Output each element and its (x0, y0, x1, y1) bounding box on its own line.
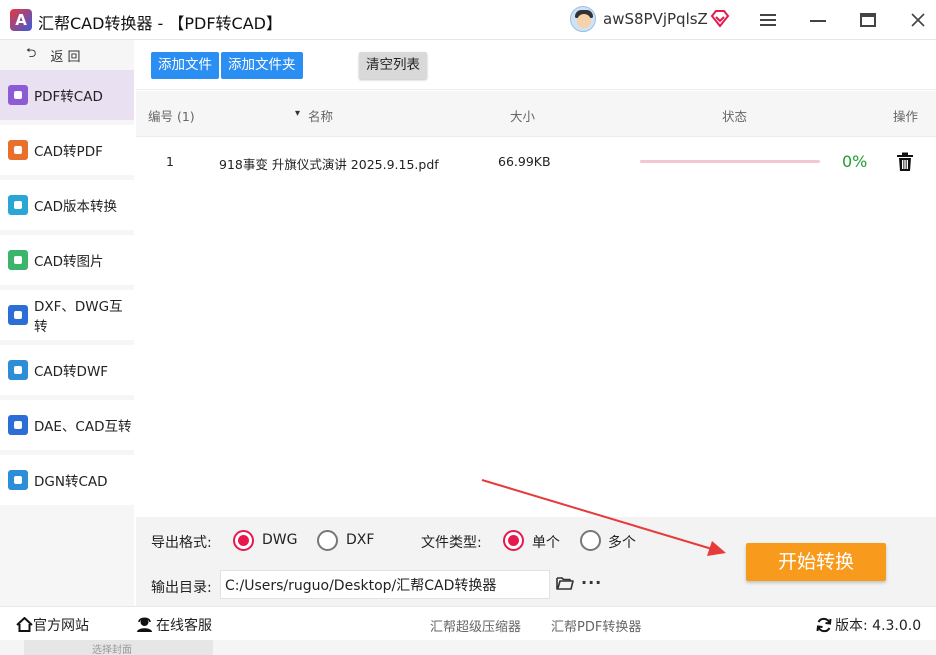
output-dir-input[interactable] (220, 570, 550, 599)
col-index-header[interactable]: 编号 (1) (148, 106, 195, 125)
back-label: 返 回 (50, 49, 81, 65)
add-file-button[interactable]: 添加文件 (151, 52, 219, 79)
format-dxf-radio[interactable] (317, 530, 338, 551)
row-index: 1 (166, 154, 174, 169)
refresh-icon (816, 617, 832, 633)
export-format-label: 导出格式: (151, 535, 212, 551)
user-name[interactable]: awS8PVjPqlsZ (603, 10, 708, 28)
sidebar-item-label: PDF转CAD (34, 89, 103, 105)
type-multi-radio[interactable] (580, 530, 601, 551)
table-row[interactable]: 1 918事变 升旗仪式演讲 2025.9.15.pdf 66.99KB 0% (136, 137, 936, 187)
sidebar-item[interactable]: CAD转PDF (0, 125, 134, 175)
close-button[interactable] (903, 6, 933, 34)
compressor-link[interactable]: 汇帮超级压缩器 (430, 616, 521, 635)
format-dxf-label[interactable]: DXF (346, 532, 374, 548)
vip-diamond-icon[interactable] (710, 10, 730, 28)
file-table: 1 918事变 升旗仪式演讲 2025.9.15.pdf 66.99KB 0% (136, 137, 936, 517)
sidebar-item[interactable]: CAD转图片 (0, 235, 134, 285)
sidebar: ⮌ 返 回 PDF转CAD CAD转PDF CAD版本转换 CAD转图片 DXF、DWG… (0, 40, 134, 606)
type-single-radio[interactable] (503, 530, 524, 551)
sidebar-item-icon (8, 305, 28, 325)
options-panel: 导出格式: DWG DXF 文件类型: 单个 多个 输出目录: ··· 开始转换 (136, 517, 936, 606)
sidebar-item[interactable]: CAD转DWF (0, 345, 134, 395)
online-support-label: 在线客服 (156, 618, 212, 634)
sidebar-item-icon (8, 415, 28, 435)
sidebar-item-icon (8, 360, 28, 380)
sidebar-item-label: DXF、DWG互转 (34, 299, 123, 335)
official-website-link[interactable]: 官方网站 (16, 615, 89, 635)
col-status-header: 状态 (722, 109, 748, 124)
sidebar-item-label: CAD转DWF (34, 364, 109, 380)
file-type-label: 文件类型: (421, 535, 482, 551)
app-logo-icon (10, 9, 32, 31)
sidebar-item[interactable]: PDF转CAD (0, 70, 134, 120)
support-agent-icon (137, 617, 152, 632)
pdf-converter-link[interactable]: 汇帮PDF转换器 (551, 616, 641, 635)
sidebar-item-icon (8, 195, 28, 215)
sidebar-item-label: CAD转PDF (34, 144, 103, 160)
row-file-size: 66.99KB (498, 154, 551, 169)
background-card: 选择封面 (24, 640, 213, 655)
row-progress-percent: 0% (842, 152, 868, 171)
format-dwg-radio[interactable] (233, 530, 254, 551)
sidebar-item[interactable]: DGN转CAD (0, 455, 134, 505)
maximize-button[interactable] (853, 6, 883, 34)
sidebar-item[interactable]: CAD版本转换 (0, 180, 134, 230)
format-dwg-label[interactable]: DWG (262, 532, 297, 548)
col-action-header: 操作 (893, 109, 919, 124)
clear-list-button[interactable]: 清空列表 (359, 52, 427, 79)
version-label: 版本: 4.3.0.0 (835, 618, 922, 634)
back-button[interactable]: ⮌ 返 回 (0, 40, 134, 70)
delete-trash-icon[interactable] (896, 152, 914, 172)
status-bar: 官方网站 在线客服 汇帮超级压缩器 汇帮PDF转换器 版本: 4.3.0.0 (0, 606, 936, 640)
sidebar-item-label: DAE、CAD互转 (34, 419, 132, 435)
minimize-button[interactable] (803, 6, 833, 34)
version-info[interactable]: 版本: 4.3.0.0 (816, 615, 921, 635)
type-single-label[interactable]: 单个 (532, 532, 560, 552)
start-convert-button[interactable]: 开始转换 (746, 543, 886, 581)
row-progress-bar (640, 160, 820, 163)
sidebar-item-icon (8, 140, 28, 160)
official-website-label: 官方网站 (33, 618, 89, 634)
app-title: 汇帮CAD转换器 - 【PDF转CAD】 (38, 14, 282, 33)
sidebar-item-label: CAD版本转换 (34, 199, 118, 215)
sidebar-item-icon (8, 470, 28, 490)
sidebar-item-label: CAD转图片 (34, 254, 104, 270)
add-folder-button[interactable]: 添加文件夹 (221, 52, 303, 79)
title-bar: 汇帮CAD转换器 - 【PDF转CAD】 awS8PVjPqlsZ (0, 0, 936, 40)
more-options-icon[interactable]: ··· (581, 573, 602, 592)
col-size-header[interactable]: 大小 (510, 106, 535, 125)
toolbar: 添加文件 添加文件夹 清空列表 (136, 40, 936, 90)
sidebar-item-icon (8, 85, 28, 105)
menu-icon[interactable] (753, 6, 783, 34)
output-dir-label: 输出目录: (151, 580, 212, 596)
row-file-name: 918事变 升旗仪式演讲 2025.9.15.pdf (219, 157, 439, 172)
online-support-link[interactable]: 在线客服 (136, 615, 212, 635)
user-avatar[interactable] (570, 6, 596, 32)
sort-arrow-icon[interactable]: ▾ (295, 108, 300, 119)
home-icon (16, 616, 33, 632)
sidebar-item[interactable]: DXF、DWG互转 (0, 290, 134, 340)
sidebar-item-label: DGN转CAD (34, 474, 108, 490)
back-arrow-icon: ⮌ (26, 46, 37, 61)
file-table-header: 编号 (1) ▾ 名称 大小 状态 操作 (136, 91, 936, 137)
sidebar-item-icon (8, 250, 28, 270)
open-folder-icon[interactable] (556, 575, 574, 591)
sidebar-item[interactable]: DAE、CAD互转 (0, 400, 134, 450)
col-name-header[interactable]: 名称 (308, 106, 333, 125)
type-multi-label[interactable]: 多个 (608, 532, 636, 552)
